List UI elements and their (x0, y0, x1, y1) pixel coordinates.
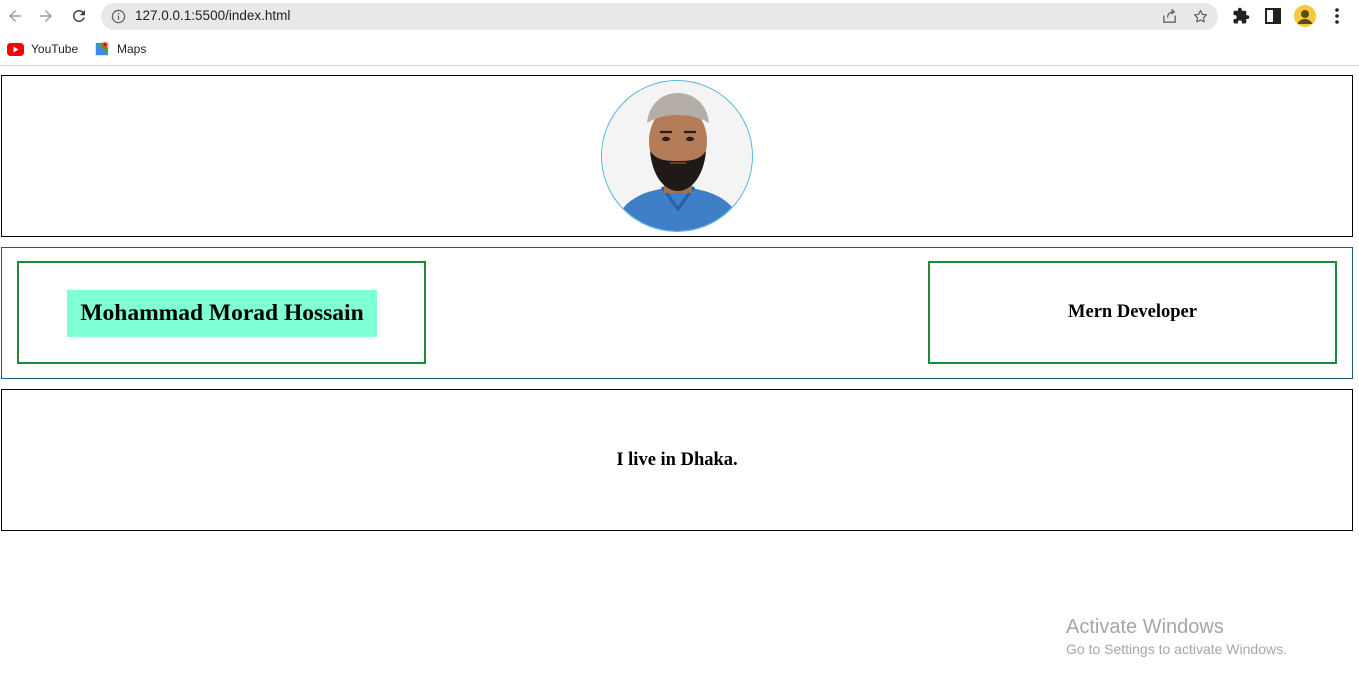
reload-button[interactable] (68, 5, 90, 27)
kebab-menu-icon (1335, 8, 1339, 24)
photo-section (1, 75, 1353, 237)
address-bar[interactable]: 127.0.0.1:5500/index.html (101, 3, 1218, 30)
bookmark-youtube[interactable]: YouTube (7, 40, 78, 58)
watermark-title: Activate Windows (1066, 616, 1224, 638)
share-icon[interactable] (1161, 8, 1178, 25)
location-text: I live in Dhaka. (616, 449, 738, 470)
profile-photo-image (602, 81, 752, 231)
location-section: I live in Dhaka. (1, 389, 1353, 531)
bookmark-label: Maps (117, 42, 147, 56)
info-icon[interactable] (111, 9, 126, 24)
side-panel-icon (1265, 8, 1281, 24)
maps-icon (95, 41, 109, 56)
watermark-subtitle: Go to Settings to activate Windows. (1066, 641, 1287, 657)
person-icon (1297, 10, 1313, 24)
bookmark-star-icon[interactable] (1192, 8, 1209, 25)
profile-photo (601, 80, 753, 232)
url-text[interactable]: 127.0.0.1:5500/index.html (135, 8, 290, 23)
youtube-icon (7, 42, 24, 56)
bookmarks-bar: YouTube Maps (0, 33, 1359, 66)
bookmark-maps[interactable]: Maps (94, 40, 146, 58)
back-arrow-icon (9, 10, 21, 22)
forward-arrow-icon (40, 10, 52, 22)
forward-button[interactable] (35, 5, 57, 27)
info-section: Mohammad Morad Hossain Mern Developer (1, 247, 1353, 379)
name-box: Mohammad Morad Hossain (17, 261, 426, 364)
role-box: Mern Developer (928, 261, 1337, 364)
profile-name: Mohammad Morad Hossain (67, 290, 377, 337)
profile-avatar[interactable] (1294, 5, 1316, 27)
menu-button[interactable] (1327, 6, 1347, 26)
browser-toolbar: 127.0.0.1:5500/index.html (0, 0, 1359, 33)
extensions-button[interactable] (1231, 6, 1251, 26)
reload-icon (72, 9, 85, 22)
bookmark-label: YouTube (31, 42, 79, 56)
puzzle-icon (1233, 7, 1250, 24)
back-button[interactable] (4, 5, 26, 27)
activate-windows-watermark: Activate Windows Go to Settings to activ… (1066, 615, 1287, 659)
side-panel-button[interactable] (1263, 6, 1283, 26)
profile-role: Mern Developer (1068, 302, 1197, 322)
